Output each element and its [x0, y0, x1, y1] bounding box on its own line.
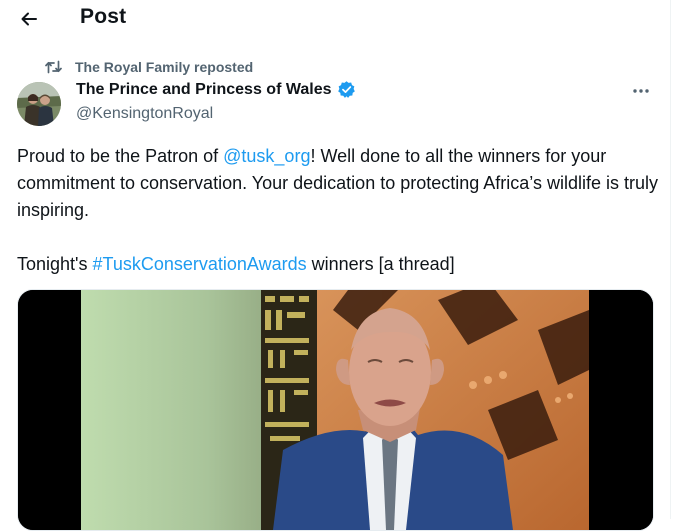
- tweet-text-segment: winners [a thread]: [306, 254, 455, 274]
- tweet-paragraph-2: Tonight's #TuskConservationAwards winner…: [17, 251, 667, 278]
- repost-context: The Royal Family reposted: [45, 57, 253, 77]
- author-handle[interactable]: @KensingtonRoyal: [76, 105, 213, 123]
- tweet-paragraph-1: Proud to be the Patron of @tusk_org! Wel…: [17, 143, 667, 224]
- back-arrow-icon: [21, 12, 37, 26]
- repost-label[interactable]: The Royal Family reposted: [75, 59, 253, 75]
- more-options-button[interactable]: [628, 80, 654, 102]
- page-title: Post: [80, 5, 127, 28]
- video-player[interactable]: [17, 289, 654, 531]
- back-button[interactable]: [14, 4, 44, 34]
- video-frame: [18, 290, 653, 530]
- mention-link[interactable]: @tusk_org: [223, 146, 310, 166]
- post-header: Post: [0, 0, 670, 38]
- more-icon: [633, 89, 649, 93]
- author-name-text: The Prince and Princess of Wales: [76, 80, 332, 98]
- repost-icon: [45, 60, 62, 74]
- tweet-text: Proud to be the Patron of @tusk_org! Wel…: [17, 143, 667, 278]
- hashtag-link[interactable]: #TuskConservationAwards: [92, 254, 306, 274]
- avatar-photo: [17, 82, 61, 126]
- author-avatar[interactable]: [17, 82, 61, 126]
- tweet-text-segment: Proud to be the Patron of: [17, 146, 224, 166]
- author-name[interactable]: The Prince and Princess of Wales: [76, 80, 356, 99]
- tweet-text-segment: Tonight's: [17, 254, 93, 274]
- post-column: Post The Royal Family reposted The Princ…: [0, 0, 671, 531]
- verified-badge-icon: [337, 81, 355, 98]
